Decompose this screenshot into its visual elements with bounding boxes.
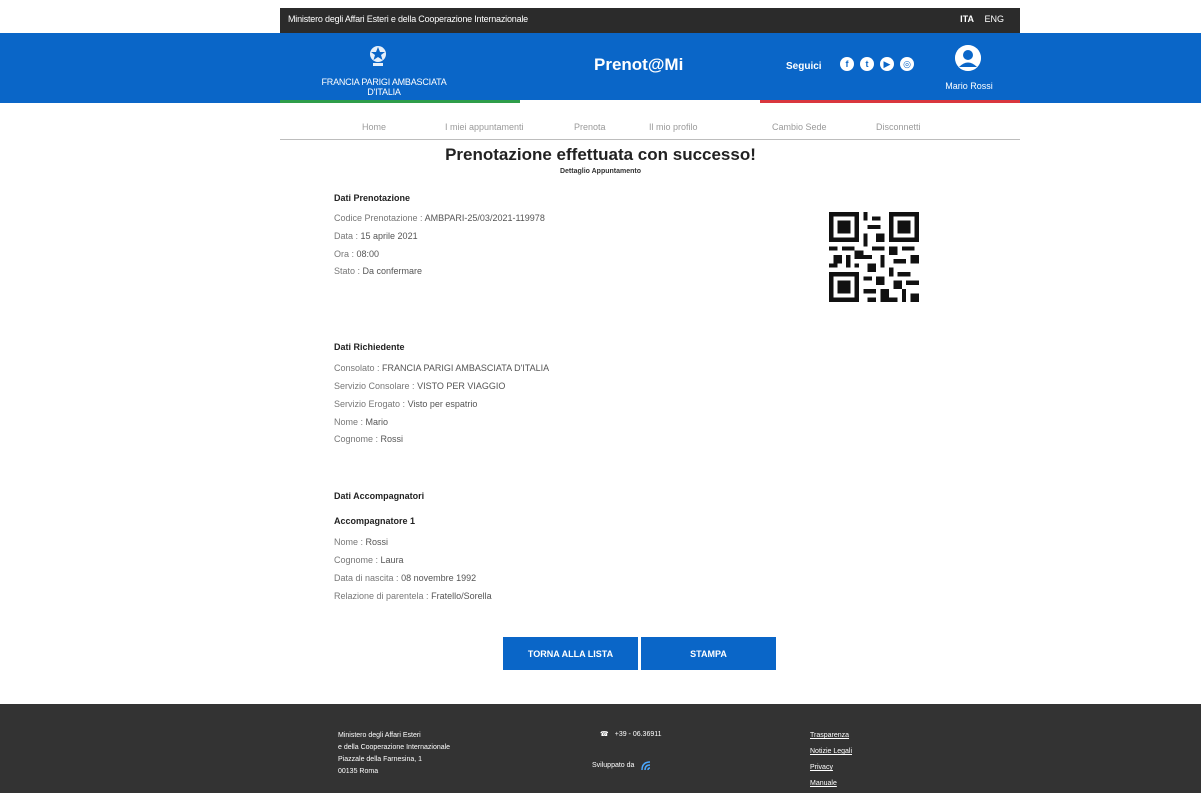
youtube-icon[interactable]: ▶ (880, 57, 894, 71)
companion-birthdate-row: Data di nascita : 08 novembre 1992 (334, 573, 476, 583)
follow-label: Seguici (786, 61, 822, 72)
booking-time-value: 08:00 (356, 249, 380, 259)
consular-service-value: VISTO PER VIAGGIO (417, 381, 506, 391)
back-to-list-button[interactable]: TORNA ALLA LISTA (503, 637, 638, 670)
qr-code (829, 212, 919, 302)
companion-name-value: Rossi (365, 537, 389, 547)
footer-developed-by: Sviluppato da (592, 758, 656, 772)
applicant-name-value: Mario (365, 417, 389, 427)
booking-code-label: Codice Prenotazione : (334, 213, 423, 223)
facebook-icon[interactable]: f (840, 57, 854, 71)
ministry-bar: Ministero degli Affari Esteri e della Co… (280, 8, 1020, 33)
twitter-icon[interactable]: t (860, 57, 874, 71)
flag-stripe-white (520, 100, 760, 103)
footer-link-manual[interactable]: Manuale (810, 776, 852, 792)
top-bar: Ministero degli Affari Esteri e della Co… (0, 0, 1201, 33)
nav-home[interactable]: Home (362, 122, 386, 132)
footer-link-legal[interactable]: Notizie Legali (810, 744, 852, 760)
booking-date-value: 15 aprile 2021 (360, 231, 418, 241)
nav-logout[interactable]: Disconnetti (876, 122, 921, 132)
consulate-row: Consolato : FRANCIA PARIGI AMBASCIATA D'… (334, 363, 549, 373)
booking-status-value: Da confermare (362, 266, 423, 276)
embassy-name[interactable]: FRANCIA PARIGI AMBASCIATA D'ITALIA (314, 77, 454, 97)
booking-code-value: AMBPARI-25/03/2021-119978 (424, 213, 545, 223)
companion-surname-label: Cognome : (334, 555, 379, 565)
companion-relation-row: Relazione di parentela : Fratello/Sorell… (334, 591, 492, 601)
footer-link-privacy[interactable]: Privacy (810, 760, 852, 776)
booking-status-label: Stato : (334, 266, 361, 276)
site-footer: Ministero degli Affari Esteri e della Co… (280, 704, 1020, 793)
nav-book[interactable]: Prenota (574, 122, 606, 132)
applicant-name-row: Nome : Mario (334, 417, 388, 427)
main-nav: Home I miei appuntamenti Prenota Il mio … (280, 118, 1020, 140)
print-button[interactable]: STAMPA (641, 637, 776, 670)
user-name[interactable]: Mario Rossi (940, 81, 998, 91)
provided-service-row: Servizio Erogato : Visto per espatrio (334, 399, 477, 409)
app-brand[interactable]: Prenot@Mi (594, 55, 683, 75)
booking-code-row: Codice Prenotazione : AMBPARI-25/03/2021… (334, 213, 545, 223)
footer-link-transparency[interactable]: Trasparenza (810, 728, 852, 744)
republic-emblem-icon (370, 46, 386, 66)
page-title: Prenotazione effettuata con successo! (445, 145, 756, 164)
booking-section-title: Dati Prenotazione (334, 193, 411, 203)
companion-birthdate-value: 08 novembre 1992 (401, 573, 477, 583)
nav-my-appointments[interactable]: I miei appuntamenti (445, 122, 524, 132)
footer-address-line3: Piazzale della Farnesina, 1 (338, 756, 423, 763)
booking-time-label: Ora : (334, 249, 355, 259)
social-links: f t ▶ ◎ (840, 57, 914, 71)
provided-service-label: Servizio Erogato : (334, 399, 406, 409)
lang-eng[interactable]: ENG (984, 14, 1004, 24)
page-subtitle: Dettaglio Appuntamento (559, 168, 641, 175)
footer-phone-number[interactable]: +39 - 06.36911 (615, 731, 662, 738)
site-header: FRANCIA PARIGI AMBASCIATA D'ITALIA Preno… (0, 33, 1201, 103)
companion-surname-value: Laura (380, 555, 404, 565)
footer-address: Ministero degli Affari Esteri e della Co… (338, 730, 450, 778)
booking-status-row: Stato : Da confermare (334, 266, 422, 276)
developer-logo-icon[interactable] (640, 758, 656, 772)
footer-phone: ☎ +39 - 06.36911 (600, 730, 662, 739)
companion-birthdate-label: Data di nascita : (334, 573, 399, 583)
language-switcher: ITA ENG (952, 14, 1004, 24)
footer-links: Trasparenza Notizie Legali Privacy Manua… (810, 728, 852, 792)
companion-surname-row: Cognome : Laura (334, 555, 404, 565)
applicant-surname-value: Rossi (380, 434, 404, 444)
companion-1-title: Accompagnatore 1 (334, 516, 416, 526)
booking-time-row: Ora : 08:00 (334, 249, 379, 259)
provided-service-value: Visto per espatrio (407, 399, 478, 409)
applicant-surname-row: Cognome : Rossi (334, 434, 403, 444)
instagram-icon[interactable]: ◎ (900, 57, 914, 71)
consulate-label: Consolato : (334, 363, 380, 373)
companions-section-title: Dati Accompagnatori (334, 491, 425, 501)
companion-name-row: Nome : Rossi (334, 537, 388, 547)
flag-stripe-green (280, 100, 520, 103)
consular-service-label: Servizio Consolare : (334, 381, 415, 391)
consular-service-row: Servizio Consolare : VISTO PER VIAGGIO (334, 381, 505, 391)
applicant-section-title: Dati Richiedente (334, 342, 405, 352)
lang-ita[interactable]: ITA (960, 14, 974, 24)
companion-name-label: Nome : (334, 537, 364, 547)
developed-by-label: Sviluppato da (592, 761, 635, 769)
booking-date-label: Data : (334, 231, 359, 241)
nav-my-profile[interactable]: Il mio profilo (649, 122, 698, 132)
footer-address-line1: Ministero degli Affari Esteri (338, 732, 421, 739)
applicant-name-label: Nome : (334, 417, 364, 427)
footer-bg-right (1020, 704, 1201, 793)
user-avatar-icon[interactable] (955, 45, 981, 71)
consulate-value: FRANCIA PARIGI AMBASCIATA D'ITALIA (382, 363, 550, 373)
footer-address-line2: e della Cooperazione Internazionale (338, 744, 451, 751)
companion-relation-value: Fratello/Sorella (431, 591, 492, 601)
nav-change-office[interactable]: Cambio Sede (772, 122, 827, 132)
flag-stripe-red (760, 100, 1020, 103)
ministry-name: Ministero degli Affari Esteri e della Co… (288, 14, 528, 24)
header-inner: FRANCIA PARIGI AMBASCIATA D'ITALIA Preno… (280, 33, 1020, 103)
booking-date-row: Data : 15 aprile 2021 (334, 231, 418, 241)
embassy-line1: FRANCIA PARIGI AMBASCIATA (321, 77, 447, 87)
footer-bg-left (0, 704, 280, 793)
phone-icon: ☎ (600, 731, 609, 738)
embassy-line2: D'ITALIA (367, 87, 401, 97)
applicant-surname-label: Cognome : (334, 434, 379, 444)
footer-address-line4: 00135 Roma (338, 768, 379, 775)
companion-relation-label: Relazione di parentela : (334, 591, 429, 601)
